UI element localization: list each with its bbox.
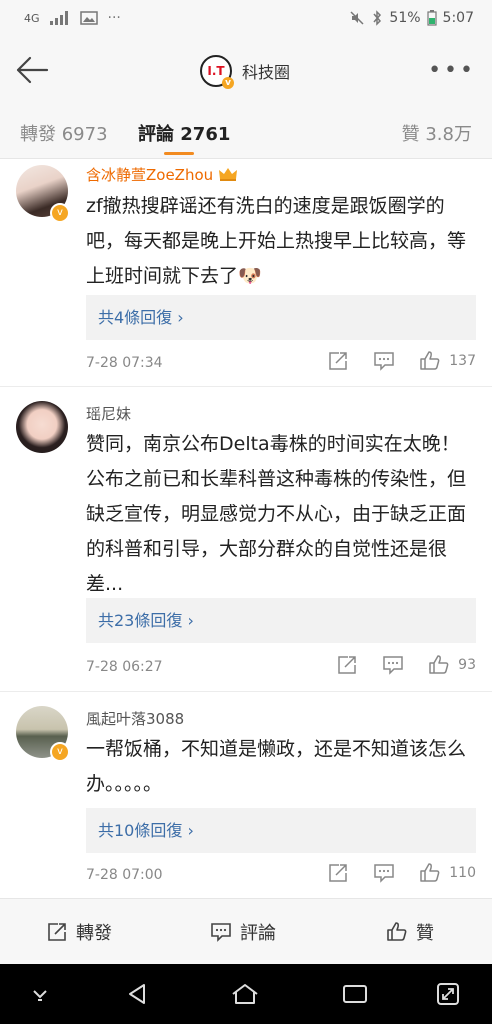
comment-time: 7-28 07:34 — [86, 355, 163, 371]
like-count: 93 — [458, 657, 476, 673]
status-bar: 4G ··· 51% 5:07 — [0, 0, 492, 40]
expand-icon — [437, 983, 459, 1005]
comment-item: 瑶尼妹 赞同，南京公布Delta毒株的时间实在太晚！公布之前已和长辈科普这种毒株… — [0, 387, 492, 692]
expand-nav-button[interactable] — [436, 982, 460, 1010]
comment-item: v 含冰静萱ZoeZhou zf撤热搜辟谣还有洗白的速度是跟饭圈学的吧，每天都是… — [0, 159, 492, 387]
like-button[interactable]: 110 — [419, 863, 476, 883]
thumb-up-icon — [420, 351, 440, 370]
recents-nav-button[interactable] — [342, 982, 368, 1010]
back-button[interactable] — [14, 54, 50, 86]
comment-icon[interactable] — [373, 351, 395, 371]
like-button[interactable]: 137 — [419, 351, 476, 371]
active-tab-indicator — [164, 152, 194, 155]
battery-percent: 51% — [389, 10, 421, 26]
verified-icon: v — [222, 77, 234, 89]
username[interactable]: 瑶尼妹 — [86, 403, 131, 424]
account-logo: I.T v — [200, 55, 234, 89]
home-nav-button[interactable] — [230, 982, 260, 1010]
more-icon: ••• — [428, 58, 476, 83]
like-button[interactable]: 93 — [428, 655, 476, 675]
network-label: 4G — [24, 11, 40, 25]
nav-bar: I.T v 科技圈 ••• — [0, 40, 492, 102]
verified-icon: v — [50, 742, 70, 762]
mute-icon — [350, 11, 364, 25]
comment-text: 赞同，南京公布Delta毒株的时间实在太晚！公布之前已和长辈科普这种毒株的传染性… — [86, 433, 467, 595]
share-icon[interactable] — [336, 655, 358, 675]
more-button[interactable]: ••• — [428, 58, 476, 83]
home-icon — [232, 984, 258, 1004]
clock: 5:07 — [442, 10, 474, 26]
nav-title-group[interactable]: I.T v 科技圈 — [200, 55, 291, 89]
recents-icon — [343, 985, 367, 1003]
nav-title: 科技圈 — [242, 63, 291, 82]
view-replies-button[interactable]: 共23條回復 › — [86, 598, 476, 643]
bottom-action-bar: 轉發 評論 贊 — [0, 898, 492, 965]
comment-item: v 風起叶落3088 一帮饭桶，不知道是懒政，还是不知道该怎么办。。。。。 共1… — [0, 692, 492, 898]
comment-icon[interactable] — [382, 655, 404, 675]
repost-icon — [48, 923, 66, 941]
thumb-up-icon — [420, 863, 440, 882]
tab-bar: 轉發 6973 評論 2761 贊 3.8万 — [0, 102, 492, 159]
signal-icon — [49, 11, 68, 25]
tab-comments[interactable]: 評論 2761 — [138, 120, 230, 146]
comment-icon[interactable] — [373, 863, 395, 883]
crown-icon — [218, 168, 237, 181]
tab-repost[interactable]: 轉發 6973 — [20, 120, 108, 146]
username[interactable]: 含冰静萱ZoeZhou — [86, 164, 238, 185]
more-dots-icon: ··· — [107, 10, 121, 26]
share-icon[interactable] — [327, 351, 349, 371]
comment-time: 7-28 07:00 — [86, 867, 163, 883]
back-nav-button[interactable] — [126, 982, 150, 1010]
tab-likes[interactable]: 贊 3.8万 — [402, 120, 472, 146]
like-button[interactable]: 贊 — [386, 919, 434, 945]
back-triangle-icon — [129, 984, 145, 1004]
comment-text: zf撤热搜辟谣还有洗白的速度是跟饭圈学的吧，每天都是晚上开始上热搜早上比较高，等… — [86, 195, 467, 287]
comment-icon — [211, 923, 231, 942]
hide-keyboard-button[interactable] — [30, 986, 50, 1006]
view-replies-button[interactable]: 共4條回復 › — [86, 295, 476, 340]
thumb-up-icon — [429, 655, 449, 674]
view-replies-button[interactable]: 共10條回復 › — [86, 808, 476, 853]
system-nav-bar — [0, 964, 492, 1024]
comment-time: 7-28 06:27 — [86, 659, 163, 675]
back-arrow-icon — [16, 56, 49, 84]
repost-button[interactable]: 轉發 — [46, 919, 112, 945]
username[interactable]: 風起叶落3088 — [86, 708, 184, 729]
comment-text: 一帮饭桶，不知道是懒政，还是不知道该怎么办。。。。。 — [86, 738, 467, 795]
bluetooth-icon — [373, 10, 382, 26]
verified-icon: v — [50, 203, 70, 223]
like-count: 110 — [449, 865, 476, 881]
comment-button[interactable]: 評論 — [210, 919, 276, 945]
share-icon[interactable] — [327, 863, 349, 883]
battery-icon — [426, 10, 437, 26]
thumb-up-icon — [387, 922, 407, 941]
like-count: 137 — [449, 353, 476, 369]
chevron-down-icon — [33, 990, 47, 1001]
gallery-icon — [79, 11, 98, 25]
avatar[interactable] — [16, 401, 68, 453]
